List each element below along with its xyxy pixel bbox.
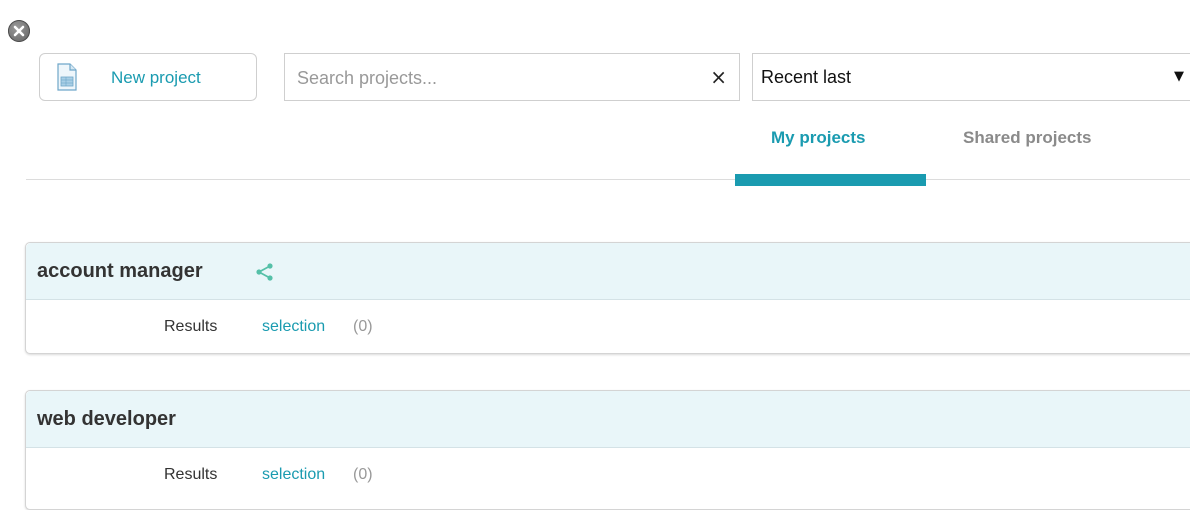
selection-link[interactable]: selection: [262, 318, 325, 336]
project-card: account manager Results selection (0): [25, 242, 1190, 354]
project-title[interactable]: account manager: [37, 260, 203, 283]
share-icon[interactable]: [255, 262, 275, 287]
tab-shared-projects[interactable]: Shared projects: [963, 128, 1092, 148]
new-project-label: New project: [111, 68, 201, 87]
sort-select[interactable]: Recent last ▼: [752, 53, 1190, 101]
project-header: web developer: [26, 391, 1190, 448]
project-header: account manager: [26, 243, 1190, 300]
new-project-button[interactable]: New project: [39, 53, 257, 101]
project-results-row: Results selection (0): [26, 300, 1190, 352]
project-results-row: Results selection (0): [26, 448, 1190, 500]
selection-count: (0): [353, 466, 373, 483]
results-label: Results: [164, 466, 218, 483]
sort-selected-value: Recent last: [761, 67, 852, 87]
tabs-divider: [26, 179, 1190, 180]
selection-link[interactable]: selection: [262, 466, 325, 484]
search-input[interactable]: [295, 54, 699, 102]
selection-count: (0): [353, 318, 373, 335]
search-box: ×: [284, 53, 740, 102]
project-title[interactable]: web developer: [37, 408, 176, 431]
results-label: Results: [164, 318, 218, 335]
active-tab-indicator: [735, 174, 926, 186]
clear-search-icon[interactable]: ×: [710, 65, 727, 89]
tab-my-projects[interactable]: My projects: [771, 128, 865, 148]
dropdown-arrow-icon: ▼: [1174, 69, 1184, 84]
project-card: web developer Results selection (0): [25, 390, 1190, 510]
document-icon: [55, 63, 79, 96]
close-icon[interactable]: [8, 20, 30, 42]
